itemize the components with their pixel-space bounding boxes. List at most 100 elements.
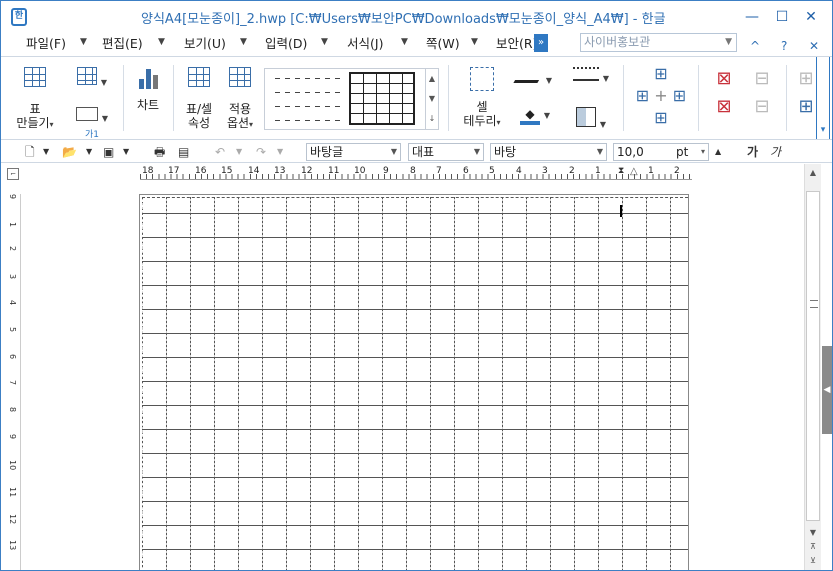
chevron-down-icon[interactable]: ▼ bbox=[123, 143, 129, 161]
table-grid-icon[interactable]: ⊞ bbox=[798, 96, 813, 117]
chevron-down-icon[interactable]: ▼ bbox=[321, 37, 328, 47]
tab-marker-icon[interactable]: △ bbox=[630, 166, 638, 177]
insert-row-col-buttons[interactable]: ⊞ ⊞ + ⊞ ⊞ bbox=[631, 63, 691, 137]
delete-col-icon[interactable]: ⊠ bbox=[716, 96, 731, 117]
font-size-input[interactable]: 10,0 pt ▾ bbox=[613, 143, 709, 161]
ruler-corner-button[interactable]: ⌐ bbox=[7, 168, 19, 180]
insert-right-icon[interactable]: ⊞ bbox=[673, 86, 686, 105]
horizontal-ruler[interactable]: 18 17 16 15 14 13 12 11 10 9 8 7 6 5 4 3… bbox=[140, 166, 692, 180]
menu-insert[interactable]: 입력(D) bbox=[265, 35, 307, 53]
chart-button[interactable]: 차트 bbox=[132, 67, 164, 112]
close-button[interactable]: ✕ bbox=[798, 7, 824, 27]
line-style-icon bbox=[573, 67, 599, 81]
delete-row-icon[interactable]: ⊠ bbox=[716, 68, 731, 89]
chevron-down-icon[interactable]: ▼ bbox=[43, 143, 49, 161]
document-page[interactable] bbox=[139, 194, 689, 570]
new-document-icon[interactable]: 🗋 bbox=[25, 143, 35, 161]
menu-view[interactable]: 보기(U) bbox=[184, 35, 226, 53]
prev-page-icon[interactable]: ⊼ bbox=[805, 540, 821, 554]
bold-button[interactable]: 가 bbox=[747, 143, 758, 161]
italic-button[interactable]: 가 bbox=[770, 143, 781, 161]
ruler-label: 11 bbox=[328, 166, 340, 176]
minimize-button[interactable]: — bbox=[739, 7, 765, 27]
help-search-text: 사이버홍보관 bbox=[584, 35, 651, 49]
table-create-button[interactable]: 표 만들기▾ bbox=[15, 67, 55, 132]
font-language-select[interactable]: 대표 ▼ bbox=[408, 143, 484, 161]
table-style-gallery[interactable]: ▲ ▼ ↓ bbox=[264, 68, 439, 130]
ruler-label: 9 bbox=[8, 434, 17, 440]
save-icon[interactable]: ▣ bbox=[103, 143, 114, 161]
hwp-app-icon[interactable]: 한 bbox=[11, 8, 27, 26]
document-area[interactable]: ⌐ 18 17 16 15 14 13 12 11 10 9 8 7 6 5 4… bbox=[1, 164, 802, 570]
cell-border-button[interactable]: 셀 테두리▾ bbox=[459, 67, 505, 130]
menu-edit[interactable]: 편집(E) bbox=[102, 35, 143, 53]
more-table-buttons[interactable]: ⊞ ⊞ bbox=[796, 65, 816, 121]
menu-expand-icon[interactable]: » bbox=[534, 34, 548, 52]
help-button[interactable]: ? bbox=[781, 39, 787, 53]
insert-above-icon[interactable]: ⊞ bbox=[654, 64, 667, 83]
insert-left-icon[interactable]: ⊞ bbox=[636, 86, 649, 105]
border-pen-button[interactable]: ▼ bbox=[511, 67, 559, 88]
table-more-icon: ⊞ bbox=[798, 68, 814, 89]
chevron-down-icon[interactable]: ▼ bbox=[725, 34, 732, 51]
size-stepper-icon[interactable]: ▲ bbox=[715, 143, 721, 161]
merge-cells-icon: ⊟ bbox=[754, 68, 770, 89]
paragraph-style-select[interactable]: 바탕글 ▼ bbox=[306, 143, 401, 161]
print-icon[interactable]: 🖶 bbox=[154, 143, 165, 161]
next-page-icon[interactable]: ⊻ bbox=[805, 554, 821, 568]
table-create-label1: 표 bbox=[29, 102, 41, 116]
chevron-down-icon[interactable]: ▼ bbox=[236, 143, 242, 161]
scroll-down-icon[interactable]: ▼ bbox=[805, 526, 821, 540]
ruler-label: 1 bbox=[595, 166, 601, 176]
chevron-down-icon: ▼ bbox=[602, 74, 609, 83]
preview-icon[interactable]: ▤ bbox=[178, 143, 189, 161]
ribbon-separator bbox=[448, 65, 449, 131]
ruler-label: 13 bbox=[274, 166, 286, 176]
table-cell-properties-button[interactable]: 표/셀 속성 bbox=[181, 67, 217, 130]
document-close-button[interactable]: ✕ bbox=[809, 39, 819, 53]
redo-icon[interactable]: ↷ bbox=[256, 143, 266, 161]
menu-security[interactable]: 보안(R) bbox=[496, 35, 537, 53]
scroll-thumb[interactable] bbox=[806, 191, 820, 521]
style-dashed-preview[interactable] bbox=[275, 78, 345, 122]
indent-marker-icon[interactable]: ⧗ bbox=[618, 166, 624, 176]
insert-below-icon[interactable]: ⊞ bbox=[654, 108, 667, 127]
chevron-down-icon[interactable]: ▼ bbox=[240, 37, 247, 47]
menu-page[interactable]: 쪽(W) bbox=[426, 35, 460, 53]
menu-file[interactable]: 파일(F) bbox=[26, 35, 66, 53]
menu-format[interactable]: 서식(J) bbox=[347, 35, 383, 53]
open-folder-icon[interactable]: 📂 bbox=[62, 143, 77, 161]
ribbon-separator bbox=[786, 65, 787, 131]
chevron-down-icon[interactable]: ▼ bbox=[471, 37, 478, 47]
line-style-button[interactable]: ▼ bbox=[567, 67, 615, 86]
maximize-button[interactable]: ☐ bbox=[769, 7, 795, 27]
side-panel-toggle[interactable]: ◀ bbox=[822, 346, 832, 434]
ruler-label: 18 bbox=[142, 166, 154, 176]
scroll-up-icon[interactable]: ▲ bbox=[805, 166, 821, 180]
split-cells-icon: ⊟ bbox=[754, 96, 770, 117]
chevron-down-icon[interactable]: ▼ bbox=[277, 143, 283, 161]
help-search-box[interactable]: 사이버홍보관 ▼ bbox=[580, 33, 737, 52]
ruler-label: 6 bbox=[463, 166, 469, 176]
ribbon-scroll-right[interactable]: ▾ bbox=[816, 57, 830, 139]
ruler-label: 3 bbox=[542, 166, 548, 176]
fill-color-button[interactable]: ◆ ▼ bbox=[511, 107, 559, 125]
vertical-ruler[interactable]: 9 1 2 3 4 5 6 7 8 9 10 11 12 13 bbox=[5, 194, 21, 570]
delete-row-col-buttons[interactable]: ⊠ ⊠ bbox=[707, 65, 741, 121]
font-select[interactable]: 바탕 ▼ bbox=[490, 143, 607, 161]
cell-shade-button[interactable]: ▼ bbox=[567, 107, 615, 132]
chevron-down-icon[interactable]: ▼ bbox=[80, 37, 87, 47]
style-grid-preview[interactable] bbox=[349, 72, 415, 125]
cell-edit-button[interactable]: ▼ bbox=[69, 67, 115, 90]
apply-options-icon bbox=[229, 67, 251, 87]
title-bar: 한 양식A4[모눈종이]_2.hwp [C:₩Users₩보안PC₩Downlo… bbox=[1, 1, 832, 33]
chevron-down-icon[interactable]: ▼ bbox=[158, 37, 165, 47]
apply-options-button[interactable]: 적용 옵션▾ bbox=[221, 67, 259, 132]
chevron-down-icon[interactable]: ▼ bbox=[86, 143, 92, 161]
vertical-scrollbar[interactable]: ▲ ▼ ⊼ ⊻ bbox=[804, 164, 821, 570]
undo-icon[interactable]: ↶ bbox=[215, 143, 225, 161]
ribbon-collapse-button[interactable]: ^ bbox=[750, 39, 760, 53]
gallery-scroll[interactable]: ▲ ▼ ↓ bbox=[425, 69, 438, 129]
text-box-button[interactable]: ▼ 가1 bbox=[69, 107, 115, 142]
chevron-down-icon[interactable]: ▼ bbox=[401, 37, 408, 47]
